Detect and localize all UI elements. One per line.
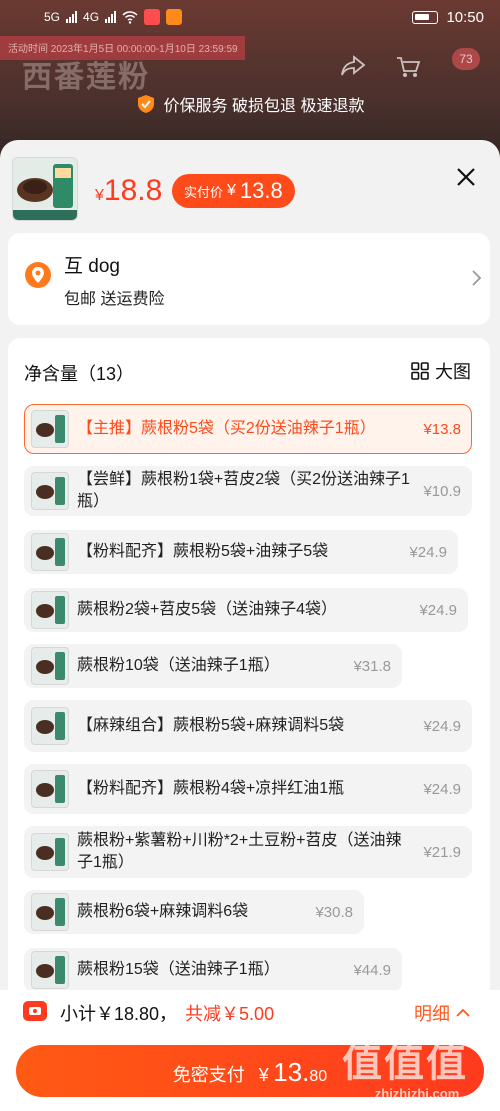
network-label-2: 4G bbox=[83, 10, 100, 24]
grid-icon bbox=[411, 362, 429, 380]
option-thumbnail bbox=[31, 533, 69, 571]
option-thumbnail bbox=[31, 770, 69, 808]
product-image bbox=[13, 158, 77, 220]
option-thumbnail bbox=[31, 951, 69, 989]
option-thumbnail bbox=[31, 472, 69, 510]
watermark: 值值值 zhizhizhi.com bbox=[342, 1030, 492, 1106]
option-label: 蕨根粉10袋（送油辣子1瓶） bbox=[77, 657, 280, 674]
cart-count-badge: 73 bbox=[452, 48, 480, 70]
option-thumbnail bbox=[31, 707, 69, 745]
option-label: 蕨根粉15袋（送油辣子1瓶） bbox=[77, 961, 280, 978]
chevron-up-icon bbox=[456, 1008, 470, 1017]
option-price: ¥44.9 bbox=[353, 961, 391, 979]
coupon-icon bbox=[23, 1001, 47, 1021]
status-bar: 5G 4G 10:50 bbox=[0, 0, 500, 34]
option-thumbnail bbox=[31, 591, 69, 629]
option-thumbnail bbox=[31, 833, 69, 871]
big-view-label: 大图 bbox=[435, 362, 471, 382]
option-label: 【尝鲜】蕨根粉1袋+苕皮2袋（买2份送油辣子1瓶） bbox=[77, 471, 410, 510]
option-price: ¥21.9 bbox=[423, 843, 461, 861]
signal-icon bbox=[66, 11, 78, 23]
spec-option[interactable]: 【尝鲜】蕨根粉1袋+苕皮2袋（买2份送油辣子1瓶） ¥10.9 bbox=[24, 466, 472, 516]
detail-label: 明细 bbox=[414, 1004, 450, 1024]
subtotal: 小计￥18.80， 共减￥5.00 bbox=[60, 1000, 274, 1026]
spec-option[interactable]: 蕨根粉10袋（送油辣子1瓶） ¥31.8 bbox=[24, 644, 402, 688]
detail-button[interactable]: 明细 bbox=[414, 1000, 470, 1026]
option-label: 【粉料配齐】蕨根粉5袋+油辣子5袋 bbox=[77, 543, 329, 560]
option-price: ¥24.9 bbox=[419, 601, 457, 619]
watermark-text: 值值值 bbox=[342, 1040, 468, 1086]
option-price: ¥24.9 bbox=[423, 717, 461, 735]
spec-option[interactable]: 蕨根粉6袋+麻辣调料6袋 ¥30.8 bbox=[24, 890, 364, 934]
original-price: ¥ 18.8 bbox=[95, 174, 163, 207]
wifi-icon bbox=[122, 10, 138, 24]
option-price: ¥31.8 bbox=[353, 657, 391, 675]
app-notification-icon bbox=[144, 9, 161, 25]
spec-selector-card: 净含量（13） 大图 【主推】蕨根粉5袋（买2份送油辣子1瓶） ¥13.8 【尝… bbox=[8, 338, 490, 998]
spec-option[interactable]: 蕨根粉2袋+苕皮5袋（送油辣子4袋） ¥24.9 bbox=[24, 588, 468, 632]
spec-option[interactable]: 【主推】蕨根粉5袋（买2份送油辣子1瓶） ¥13.8 bbox=[24, 404, 472, 454]
option-label: 蕨根粉6袋+麻辣调料6袋 bbox=[77, 903, 249, 920]
option-price: ¥24.9 bbox=[423, 780, 461, 798]
battery-icon bbox=[412, 10, 439, 24]
shop-info-card[interactable]: 互 dog 包邮 送运费险 bbox=[8, 233, 490, 325]
option-label: 【粉料配齐】蕨根粉4袋+凉拌红油1瓶 bbox=[77, 780, 345, 797]
pay-currency: ¥ bbox=[258, 1065, 269, 1085]
option-price: ¥30.8 bbox=[315, 903, 353, 921]
discount-text: 共减￥5.00 bbox=[185, 1004, 275, 1024]
close-icon[interactable] bbox=[455, 166, 477, 188]
service-text: 价保服务 破损包退 极速退款 bbox=[163, 98, 365, 115]
cart-icon[interactable] bbox=[395, 55, 421, 79]
network-label: 5G bbox=[44, 10, 61, 24]
shop-name: 互 dog bbox=[64, 256, 120, 277]
product-title-faded: 西番莲粉 bbox=[22, 61, 150, 94]
clock: 10:50 bbox=[446, 8, 484, 26]
spec-option[interactable]: 【粉料配齐】蕨根粉5袋+油辣子5袋 ¥24.9 bbox=[24, 530, 458, 574]
option-label: 【主推】蕨根粉5袋（买2份送油辣子1瓶） bbox=[77, 420, 376, 437]
spec-option[interactable]: 蕨根粉15袋（送油辣子1瓶） ¥44.9 bbox=[24, 948, 402, 992]
sheet-header: ¥ 18.8 实付价 ¥ 13.8 bbox=[0, 140, 500, 230]
shield-check-icon bbox=[137, 95, 154, 113]
option-thumbnail bbox=[31, 893, 69, 931]
spec-option[interactable]: 【粉料配齐】蕨根粉4袋+凉拌红油1瓶 ¥24.9 bbox=[24, 764, 472, 814]
pay-amount-decimal: 80 bbox=[309, 1068, 328, 1085]
option-label: 【麻辣组合】蕨根粉5袋+麻辣调料5袋 bbox=[77, 717, 345, 734]
option-price: ¥13.8 bbox=[423, 420, 461, 438]
actual-price-badge: 实付价 ¥ 13.8 bbox=[172, 174, 295, 208]
share-icon[interactable] bbox=[340, 55, 366, 77]
service-guarantee: 价保服务 破损包退 极速退款 bbox=[0, 92, 500, 116]
spec-option[interactable]: 【麻辣组合】蕨根粉5袋+麻辣调料5袋 ¥24.9 bbox=[24, 700, 472, 752]
option-price: ¥24.9 bbox=[409, 543, 447, 561]
signal-icon-2 bbox=[105, 11, 117, 23]
watermark-url: zhizhizhi.com bbox=[374, 1086, 460, 1101]
option-thumbnail bbox=[31, 410, 69, 448]
spec-title: 净含量（13） bbox=[24, 364, 135, 384]
sku-selector-sheet: ¥ 18.8 实付价 ¥ 13.8 互 dog 包邮 送运费险 净含量（13） … bbox=[0, 140, 500, 1111]
pay-amount: 13. bbox=[273, 1057, 310, 1087]
shop-services: 包邮 送运费险 bbox=[64, 291, 165, 308]
spec-option[interactable]: 蕨根粉+紫薯粉+川粉*2+土豆粉+苕皮（送油辣子1瓶） ¥21.9 bbox=[24, 826, 472, 878]
option-thumbnail bbox=[31, 647, 69, 685]
big-view-button[interactable]: 大图 bbox=[411, 358, 471, 384]
app-notification-icon-2 bbox=[166, 9, 183, 25]
option-label: 蕨根粉2袋+苕皮5袋（送油辣子4袋） bbox=[77, 601, 338, 618]
option-label: 蕨根粉+紫薯粉+川粉*2+土豆粉+苕皮（送油辣子1瓶） bbox=[77, 832, 402, 871]
location-pin-icon bbox=[25, 262, 51, 288]
option-price: ¥10.9 bbox=[423, 482, 461, 500]
chevron-right-icon bbox=[472, 270, 482, 286]
subtotal-text: 小计￥18.80， bbox=[60, 1004, 178, 1024]
pay-label: 免密支付 bbox=[172, 1065, 245, 1085]
product-thumbnail[interactable] bbox=[12, 157, 78, 221]
